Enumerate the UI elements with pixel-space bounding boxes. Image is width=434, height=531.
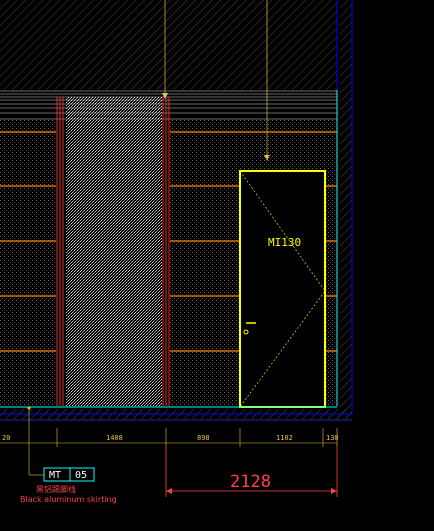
material-tag-number: 05 <box>75 470 87 481</box>
decor-panel-center <box>66 97 162 406</box>
material-note-en: Black aluminum skirting <box>20 495 117 504</box>
total-dim-arrow-right <box>331 488 337 494</box>
door: MI130 <box>239 170 326 408</box>
ceiling-hatch <box>0 0 337 90</box>
ceiling-trim <box>0 90 337 120</box>
material-tag-code: MT <box>49 470 61 481</box>
cad-elevation-drawing: MI130 20 1408 898 1102 130 2128 MT 05 黑铝… <box>0 0 353 504</box>
wall-panel-left <box>0 120 56 406</box>
dim-label-4: 1102 <box>276 434 293 442</box>
total-dim-arrow-left <box>166 488 172 494</box>
dim-label-5: 130 <box>326 434 339 442</box>
material-leader-dot <box>27 406 31 410</box>
dim-label-3: 898 <box>197 434 210 442</box>
dim-label-1: 20 <box>2 434 10 442</box>
total-dimension: 2128 <box>230 472 271 492</box>
right-wall-hatch <box>340 0 352 414</box>
material-note-cn: 黑铝踢脚线 <box>36 484 76 494</box>
material-tag: MT 05 <box>43 467 95 482</box>
door-tag: MI130 <box>268 236 301 249</box>
dim-label-2: 1408 <box>106 434 123 442</box>
